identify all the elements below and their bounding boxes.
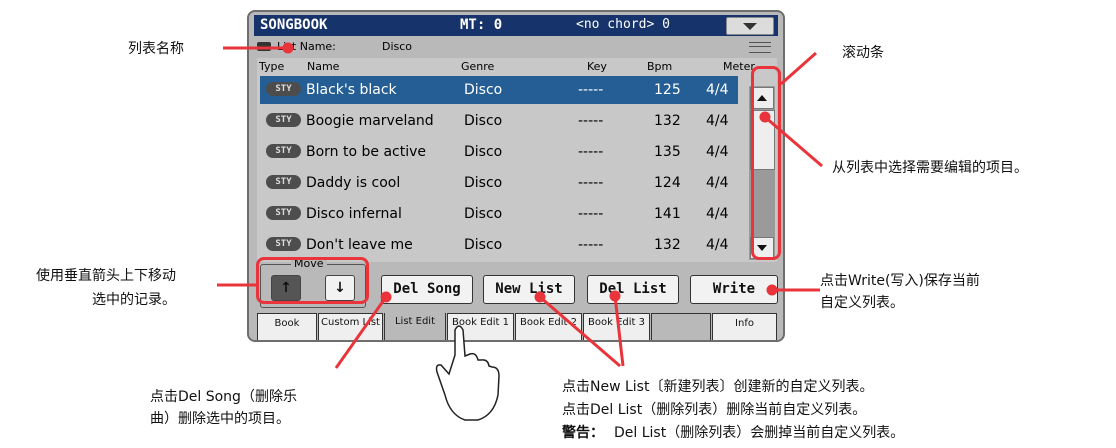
annotation-list-name: 列表名称	[128, 41, 184, 57]
annotation-select-item: 从列表中选择需要编辑的项目。	[832, 160, 1028, 176]
callout-lines	[217, 42, 823, 421]
annotation-del-song-line1: 点击Del Song（删除乐	[150, 389, 297, 405]
annotation-warning-text: Del List（删除列表）会删掉当前自定义列表。	[614, 425, 905, 441]
annotation-new-list: 点击New List〔新建列表〕创建新的自定义列表。	[562, 379, 874, 395]
annotation-write-line2: 自定义列表。	[820, 295, 904, 311]
hand-pointer-icon	[435, 325, 500, 421]
annotation-warning-label: 警告：	[562, 425, 604, 441]
annotation-del-song-line2: 曲）删除选中的项目。	[150, 411, 290, 427]
annotation-move-line2: 选中的记录。	[92, 292, 176, 308]
annotation-write-line1: 点击Write(写入)保存当前	[820, 273, 980, 289]
annotation-move-line1: 使用垂直箭头上下移动	[36, 268, 176, 284]
annotation-del-list: 点击Del List（删除列表）删除当前自定义列表。	[562, 402, 867, 418]
annotation-scrollbar: 滚动条	[842, 45, 884, 61]
